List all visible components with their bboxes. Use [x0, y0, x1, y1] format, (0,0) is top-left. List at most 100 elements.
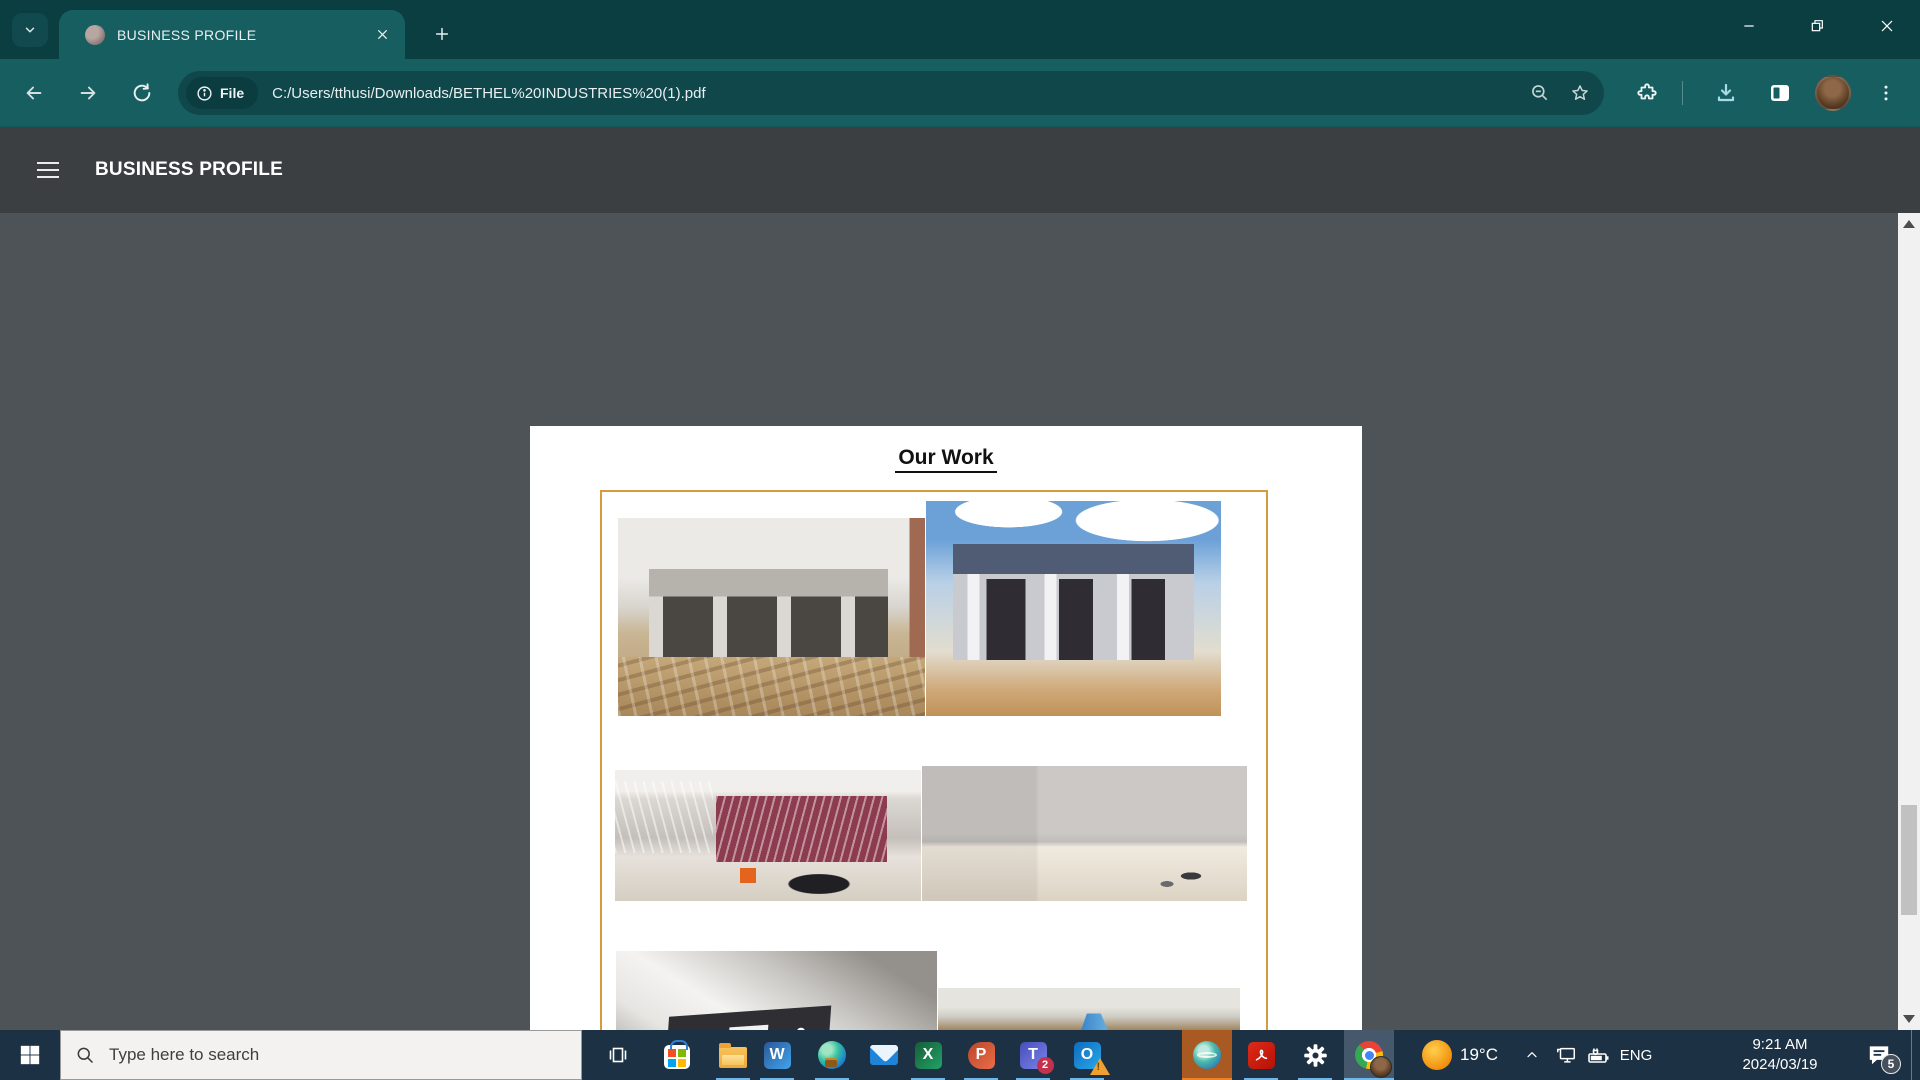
- teams-glyph: T: [1028, 1046, 1038, 1064]
- tab-close-icon[interactable]: [371, 24, 393, 46]
- powerpoint-icon: P: [968, 1042, 995, 1069]
- restore-icon: [1809, 18, 1825, 34]
- show-desktop-button[interactable]: [1911, 1030, 1920, 1080]
- taskbar-clock[interactable]: 9:21 AM 2024/03/19: [1715, 1030, 1845, 1080]
- network-display-icon[interactable]: [1548, 1030, 1584, 1080]
- windows-logo-icon: [19, 1044, 41, 1066]
- taskbar-search-box[interactable]: Type here to search: [60, 1030, 582, 1080]
- task-view-icon: [606, 1043, 630, 1067]
- task-view-button[interactable]: [594, 1030, 642, 1080]
- tab-title: BUSINESS PROFILE: [117, 27, 371, 43]
- zoom-out-page-icon[interactable]: [1520, 73, 1560, 113]
- tray-overflow-chevron-icon[interactable]: [1514, 1030, 1550, 1080]
- taskbar-app-edge[interactable]: [809, 1030, 855, 1080]
- window-restore-button[interactable]: [1786, 0, 1848, 52]
- pdf-favicon-icon: [85, 25, 105, 45]
- taskbar-app-powerpoint[interactable]: P: [958, 1030, 1004, 1080]
- back-button[interactable]: [8, 59, 60, 127]
- downloads-icon[interactable]: [1706, 73, 1746, 113]
- edge-browser-icon: [818, 1041, 846, 1069]
- file-scheme-chip[interactable]: File: [186, 77, 258, 109]
- warning-triangle-icon: !: [1090, 1058, 1110, 1075]
- powerpoint-glyph: P: [976, 1046, 987, 1064]
- taskbar-app-teams[interactable]: T 2: [1010, 1030, 1056, 1080]
- back-arrow-icon: [23, 82, 45, 104]
- browser-menu-icon[interactable]: [1866, 73, 1906, 113]
- plus-icon: [434, 26, 450, 42]
- window-close-button[interactable]: [1856, 0, 1918, 52]
- weather-widget[interactable]: [1416, 1030, 1458, 1080]
- taskbar-app-acrobat[interactable]: [1238, 1030, 1284, 1080]
- excel-icon: X: [915, 1042, 942, 1069]
- scroll-down-arrow-icon[interactable]: [1898, 1008, 1920, 1030]
- gear-icon: [1302, 1042, 1329, 1069]
- teams-icon: T 2: [1020, 1042, 1047, 1069]
- forward-arrow-icon: [77, 82, 99, 104]
- pdf-document-title: BUSINESS PROFILE: [95, 127, 283, 213]
- battery-charging-icon[interactable]: [1580, 1030, 1616, 1080]
- side-panel-icon[interactable]: [1760, 73, 1800, 113]
- minimize-icon: [1741, 18, 1757, 34]
- work-photo-1: [618, 518, 925, 716]
- acrobat-icon: [1248, 1042, 1275, 1069]
- extensions-puzzle-icon[interactable]: [1627, 73, 1667, 113]
- microsoft-store-icon: [664, 1045, 690, 1069]
- taskbar-app-outlook[interactable]: O !: [1064, 1030, 1110, 1080]
- bookmark-star-icon[interactable]: [1560, 73, 1600, 113]
- work-photo-3: [615, 770, 921, 901]
- vertical-scrollbar[interactable]: [1898, 213, 1920, 1030]
- close-icon: [1879, 18, 1895, 34]
- search-icon: [75, 1045, 95, 1065]
- url-text[interactable]: C:/Users/tthusi/Downloads/BETHEL%20INDUS…: [272, 85, 1520, 102]
- taskbar-app-excel[interactable]: X: [905, 1030, 951, 1080]
- sun-icon: [1422, 1040, 1452, 1070]
- section-heading: Our Work: [895, 446, 996, 473]
- screen: BUSINESS PROFILE: [0, 0, 1920, 1080]
- pdf-menu-icon[interactable]: [30, 154, 66, 186]
- browser-tab-strip: BUSINESS PROFILE: [0, 0, 1920, 59]
- forward-button[interactable]: [62, 59, 114, 127]
- chevron-down-icon: [23, 23, 37, 37]
- work-photo-2: [926, 501, 1221, 716]
- globe-app-icon: [1193, 1041, 1221, 1069]
- mail-icon: [870, 1045, 898, 1065]
- start-button[interactable]: [0, 1030, 60, 1080]
- taskbar-app-word[interactable]: W: [754, 1030, 800, 1080]
- heading-row: Our Work: [530, 446, 1362, 473]
- search-placeholder: Type here to search: [109, 1045, 259, 1065]
- chrome-profile-avatar: [1370, 1056, 1392, 1078]
- browser-toolbar: File C:/Users/tthusi/Downloads/BETHEL%20…: [0, 59, 1920, 127]
- temperature-label[interactable]: 19°C: [1460, 1030, 1498, 1080]
- work-photo-4: [922, 766, 1247, 901]
- reload-icon: [131, 82, 153, 104]
- language-indicator[interactable]: ENG: [1614, 1030, 1658, 1080]
- file-chip-label: File: [220, 85, 244, 101]
- window-minimize-button[interactable]: [1718, 0, 1780, 52]
- taskbar-app-mail[interactable]: [861, 1030, 907, 1080]
- pdf-page: Our Work: [530, 426, 1362, 1080]
- pdf-viewer-area[interactable]: Our Work Activate Windows Go to Settings…: [0, 213, 1920, 1030]
- outlook-icon: O !: [1074, 1042, 1101, 1069]
- teams-badge: 2: [1037, 1057, 1054, 1074]
- tab-search-button[interactable]: [12, 13, 48, 47]
- scroll-up-arrow-icon[interactable]: [1898, 213, 1920, 235]
- profile-avatar[interactable]: [1815, 75, 1851, 111]
- scrollbar-thumb[interactable]: [1901, 805, 1917, 915]
- reload-button[interactable]: [116, 59, 168, 127]
- clock-date: 2024/03/19: [1742, 1055, 1817, 1075]
- toolbar-divider: [1682, 81, 1683, 105]
- taskbar-app-settings[interactable]: [1292, 1030, 1338, 1080]
- taskbar-app-chrome[interactable]: [1344, 1030, 1394, 1080]
- taskbar: Type here to search W X: [0, 1030, 1920, 1080]
- address-bar[interactable]: File C:/Users/tthusi/Downloads/BETHEL%20…: [178, 71, 1604, 115]
- taskbar-app-file-explorer[interactable]: [710, 1030, 756, 1080]
- new-tab-button[interactable]: [425, 17, 459, 51]
- active-tab[interactable]: BUSINESS PROFILE: [59, 10, 405, 59]
- clock-time: 9:21 AM: [1752, 1035, 1807, 1055]
- taskbar-app-store[interactable]: [654, 1030, 700, 1080]
- warning-exclamation: !: [1097, 1061, 1101, 1073]
- excel-glyph: X: [923, 1046, 934, 1064]
- notification-count-badge: 5: [1881, 1054, 1901, 1074]
- action-center-button[interactable]: 5: [1856, 1030, 1902, 1080]
- taskbar-app-vpn-globe[interactable]: [1182, 1030, 1232, 1080]
